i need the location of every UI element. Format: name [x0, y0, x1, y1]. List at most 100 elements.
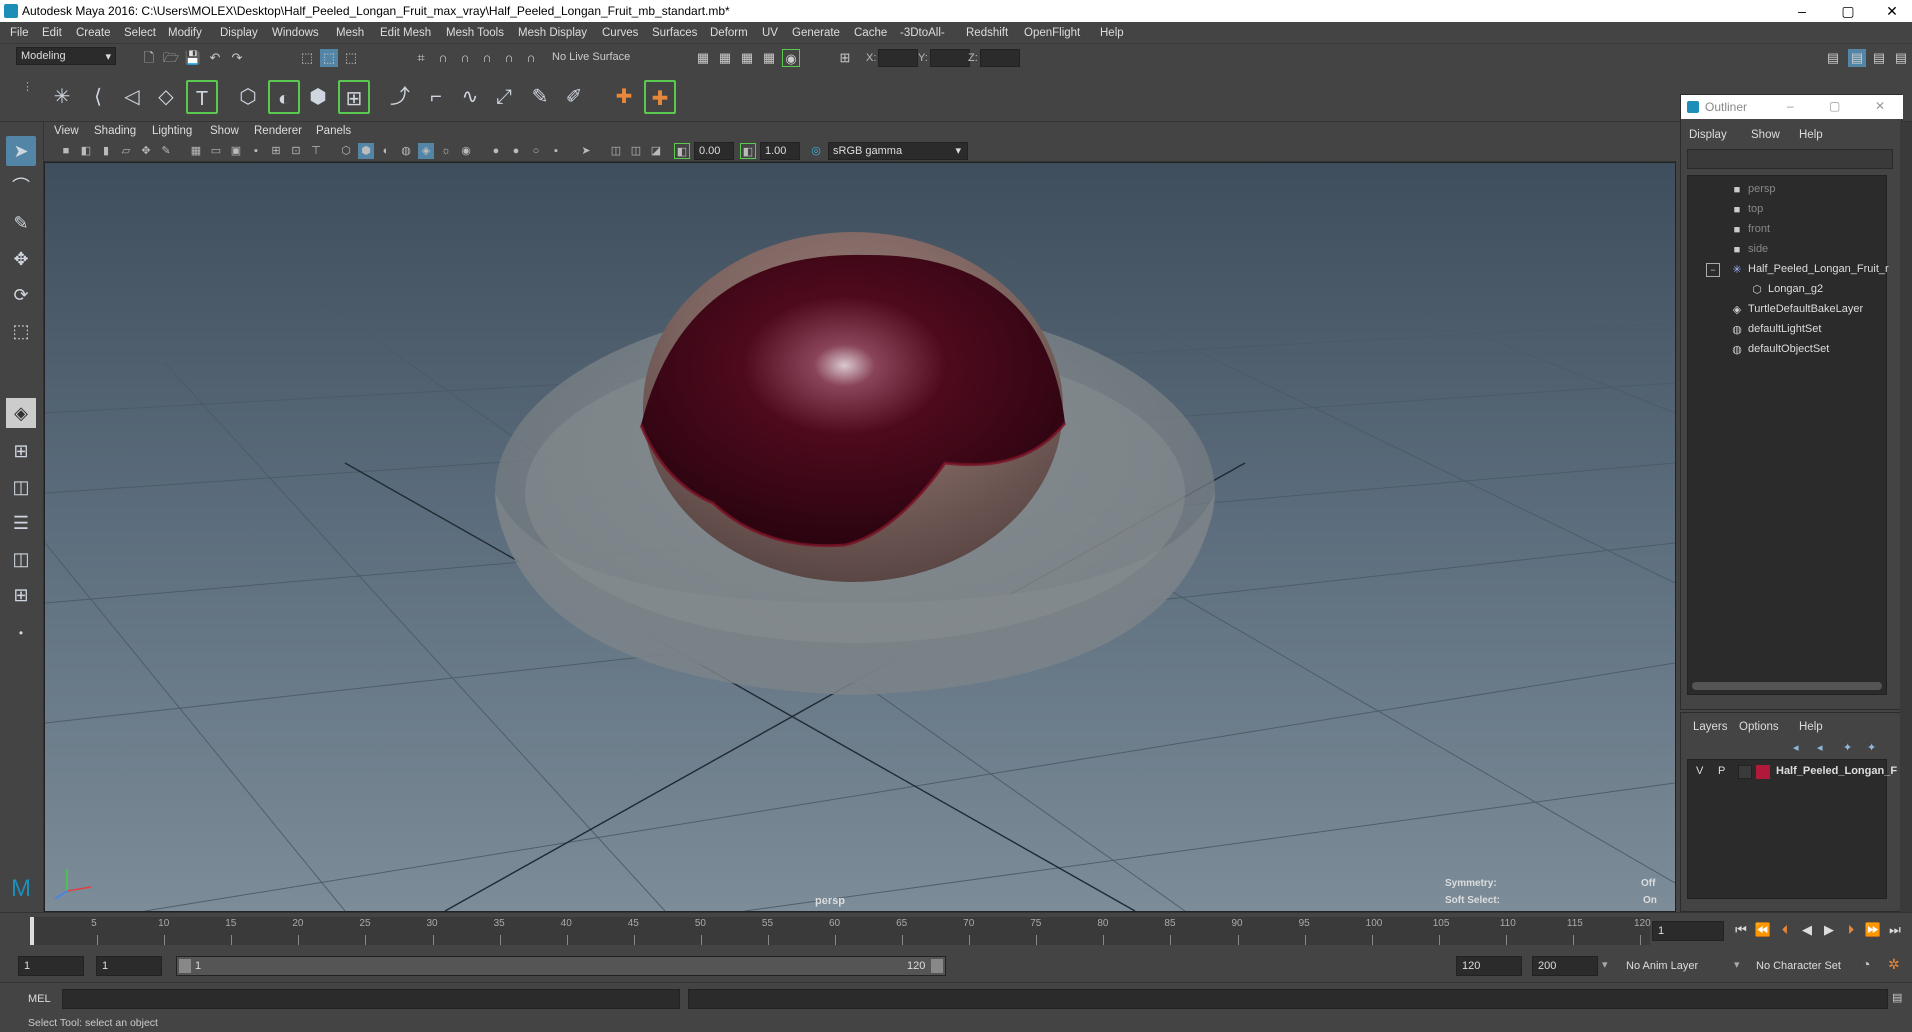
snap-view-icon[interactable]: ∩: [478, 49, 496, 67]
rotate-tool-icon[interactable]: ⟳: [6, 280, 36, 310]
outliner-item-top[interactable]: ■ top: [1688, 200, 1888, 220]
menu-mesh-tools[interactable]: Mesh Tools: [446, 27, 504, 39]
multi-cut-icon[interactable]: ✎: [524, 80, 556, 114]
anti-alias-icon[interactable]: ●: [508, 143, 524, 159]
close-button[interactable]: ✕: [1872, 2, 1912, 20]
snap-curve-icon[interactable]: ∩: [434, 49, 452, 67]
smooth-shade-icon[interactable]: ⬢: [358, 143, 374, 159]
animation-start-field[interactable]: 1: [18, 956, 84, 976]
move-tool-icon[interactable]: ✥: [6, 244, 36, 274]
xray-components-icon[interactable]: ◪: [648, 143, 664, 159]
menu-3dtoall[interactable]: -3DtoAll-: [900, 27, 945, 39]
outliner-search-field[interactable]: [1687, 149, 1893, 169]
bezier-icon[interactable]: ◁: [116, 80, 148, 114]
snap-grid-icon[interactable]: ⌗: [412, 49, 430, 67]
collapse-icon[interactable]: −: [1706, 263, 1720, 277]
menu-modify[interactable]: Modify: [168, 27, 202, 39]
select-hierarchy-icon[interactable]: ⬚: [298, 49, 316, 67]
layer-menu-layers[interactable]: Layers: [1693, 721, 1728, 733]
shadows-icon[interactable]: ☼: [438, 143, 454, 159]
outliner-item-mesh[interactable]: ⬡ Longan_g2: [1688, 280, 1888, 300]
vp-menu-lighting[interactable]: Lighting: [152, 125, 192, 137]
menu-uv[interactable]: UV: [762, 27, 778, 39]
resolution-gate-icon[interactable]: ▣: [228, 143, 244, 159]
gamma-field[interactable]: 1.00: [760, 142, 800, 160]
field-chart-icon[interactable]: ⊞: [268, 143, 284, 159]
gate-mask-icon[interactable]: ▪: [248, 143, 264, 159]
menu-generate[interactable]: Generate: [792, 27, 840, 39]
vp-menu-shading[interactable]: Shading: [94, 125, 136, 137]
go-to-end-icon[interactable]: ⏭: [1886, 921, 1904, 939]
new-scene-icon[interactable]: 🗋: [140, 49, 158, 67]
outliner-close-icon[interactable]: ✕: [1875, 99, 1885, 113]
outliner-hscrollbar[interactable]: [1692, 682, 1882, 690]
anim-layer-dropdown[interactable]: No Anim Layer: [1626, 960, 1698, 972]
outliner-item-bake-layer[interactable]: ◈ TurtleDefaultBakeLayer: [1688, 300, 1888, 320]
depth-of-field-icon[interactable]: ○: [528, 143, 544, 159]
outliner-item-side[interactable]: ■ side: [1688, 240, 1888, 260]
outliner-item-persp[interactable]: ■ persp: [1688, 180, 1888, 200]
exposure-icon[interactable]: ◧: [674, 143, 690, 159]
chevron-down-icon[interactable]: ▾: [1734, 958, 1740, 971]
save-scene-icon[interactable]: 💾: [184, 49, 202, 67]
step-forward-key-icon[interactable]: ⏵: [1842, 921, 1860, 939]
x-coord-field[interactable]: [878, 49, 918, 67]
attribute-editor-icon[interactable]: ▤: [1848, 49, 1866, 67]
script-editor-icon[interactable]: ▤: [1892, 991, 1902, 1004]
move-layer-down-icon[interactable]: ◂: [1817, 741, 1823, 754]
move-layer-up-icon[interactable]: ◂: [1793, 741, 1799, 754]
select-component-icon[interactable]: ⬚: [342, 49, 360, 67]
new-layer-icon[interactable]: ✦: [1843, 741, 1852, 754]
curve-tool-icon[interactable]: ⟨: [82, 80, 114, 114]
menu-file[interactable]: File: [10, 27, 29, 39]
outliner-menu-display[interactable]: Display: [1689, 129, 1727, 141]
menu-surfaces[interactable]: Surfaces: [652, 27, 697, 39]
outliner-menu-show[interactable]: Show: [1751, 129, 1780, 141]
chevron-down-icon[interactable]: ▾: [1602, 958, 1608, 971]
open-scene-icon[interactable]: 🗁: [162, 49, 180, 67]
safe-title-icon[interactable]: ⊤: [308, 143, 324, 159]
perspective-viewport[interactable]: persp Symmetry: Off Soft Select: On: [44, 162, 1676, 912]
select-object-icon[interactable]: ⬚: [320, 49, 338, 67]
xray-icon[interactable]: ◫: [608, 143, 624, 159]
menu-windows[interactable]: Windows: [272, 27, 319, 39]
two-view-layout-icon[interactable]: ◫: [6, 472, 36, 502]
step-back-icon[interactable]: ⏪: [1754, 921, 1772, 939]
crosshair-icon[interactable]: ✚: [608, 80, 640, 114]
menu-help[interactable]: Help: [1100, 27, 1124, 39]
auto-key-icon[interactable]: ◔: [1862, 956, 1870, 972]
hypershade-layout-icon[interactable]: ⊞: [6, 580, 36, 610]
preferences-icon[interactable]: ✲: [1888, 956, 1900, 973]
color-management-icon[interactable]: ◎: [808, 143, 824, 159]
layer-row[interactable]: V P Half_Peeled_Longan_F: [1688, 762, 1897, 782]
more-layouts-icon[interactable]: •: [6, 618, 36, 648]
vp-menu-panels[interactable]: Panels: [316, 125, 351, 137]
outliner-layout-icon[interactable]: ☰: [6, 508, 36, 538]
menu-curves[interactable]: Curves: [602, 27, 638, 39]
minimize-button[interactable]: –: [1782, 2, 1822, 20]
grease-pencil-icon[interactable]: ✎: [158, 143, 174, 159]
film-gate-icon[interactable]: ▭: [208, 143, 224, 159]
command-language-label[interactable]: MEL: [28, 993, 51, 1005]
layer-menu-options[interactable]: Options: [1739, 721, 1779, 733]
camera-icon[interactable]: ■: [58, 143, 74, 159]
bookmark-icon[interactable]: ▮: [98, 143, 114, 159]
command-input[interactable]: [62, 989, 680, 1009]
menu-deform[interactable]: Deform: [710, 27, 748, 39]
joint-tool-icon[interactable]: ✚: [644, 80, 676, 114]
scale-tool-icon[interactable]: ⬚: [6, 316, 36, 346]
menu-openflight[interactable]: OpenFlight: [1024, 27, 1080, 39]
play-back-icon[interactable]: ◀: [1798, 921, 1816, 939]
animation-end-field[interactable]: 200: [1532, 956, 1598, 976]
wireframe-icon[interactable]: ⬡: [338, 143, 354, 159]
camera-attr-icon[interactable]: ◧: [78, 143, 94, 159]
render-settings-icon[interactable]: ▦: [760, 49, 778, 67]
outliner-menu-help[interactable]: Help: [1799, 129, 1823, 141]
current-frame-field[interactable]: 1: [1652, 921, 1724, 941]
transform-mode-icon[interactable]: ⊞: [836, 49, 854, 67]
play-forward-icon[interactable]: ▶: [1820, 921, 1838, 939]
outliner-minimize-icon[interactable]: –: [1787, 99, 1794, 113]
modeling-toolkit-icon[interactable]: ▤: [1824, 49, 1842, 67]
bevel-icon[interactable]: ⌐: [420, 80, 452, 114]
hud-icon[interactable]: ▪: [548, 143, 564, 159]
